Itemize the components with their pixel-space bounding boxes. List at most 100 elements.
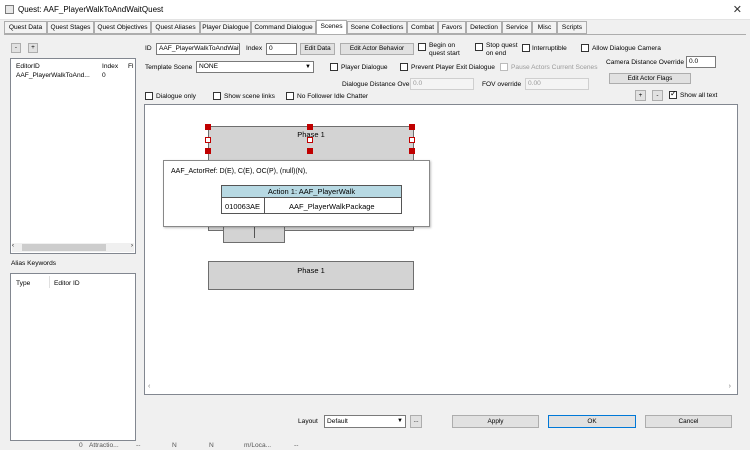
pause-actors-current-scenes-checkbox[interactable]: [500, 63, 508, 71]
action-header: Action 1: AAF_PlayerWalk: [222, 186, 401, 198]
action-box[interactable]: Action 1: AAF_PlayerWalk 010063AE AAF_Pl…: [221, 185, 402, 214]
tab-scenes[interactable]: Scenes: [316, 20, 347, 35]
tab-command-dialogue[interactable]: Command Dialogue: [251, 21, 316, 34]
show-scene-links-checkbox[interactable]: [213, 92, 221, 100]
resize-handle[interactable]: [307, 137, 313, 143]
alias-keywords-list[interactable]: Type Editor ID: [10, 273, 136, 441]
phase-tab: [223, 225, 285, 243]
camera-distance-override-field[interactable]: 0.0: [686, 56, 716, 68]
add-scene-button[interactable]: +: [28, 43, 38, 53]
background-row-flag: --: [136, 442, 141, 449]
column-header-index[interactable]: Index: [102, 63, 118, 70]
scrollbar-thumb[interactable]: [22, 244, 106, 251]
column-header-editor-id[interactable]: Editor ID: [54, 280, 80, 287]
phase-node[interactable]: Phase 1: [208, 261, 414, 290]
resize-handle[interactable]: [205, 148, 211, 154]
player-dialogue-label: Player Dialogue: [341, 64, 388, 71]
resize-handle[interactable]: [205, 137, 211, 143]
tab-quest-objectives[interactable]: Quest Objectives: [94, 21, 151, 34]
tab-scripts[interactable]: Scripts: [557, 21, 587, 34]
dialogue-distance-override-field[interactable]: 0.0: [410, 78, 474, 90]
resize-handle[interactable]: [409, 148, 415, 154]
tab-scene-collections[interactable]: Scene Collections: [347, 21, 407, 34]
edit-actor-flags-button[interactable]: Edit Actor Flags: [609, 73, 691, 84]
template-scene-label: Template Scene: [145, 64, 193, 71]
horizontal-scrollbar[interactable]: ‹ ›: [12, 243, 134, 252]
fov-override-field[interactable]: 0.00: [525, 78, 589, 90]
show-all-text-label: Show all text: [680, 92, 718, 99]
ok-button[interactable]: OK: [548, 415, 636, 428]
template-scene-value: NONE: [199, 63, 219, 70]
title-bar: Quest: AAF_PlayerWalkToAndWaitQuest ✕: [0, 0, 750, 20]
template-scene-dropdown[interactable]: NONE ▼: [196, 61, 314, 73]
chevron-down-icon[interactable]: ▼: [305, 62, 311, 72]
stop-quest-on-end-label: Stop quest on end: [486, 42, 518, 57]
chevron-down-icon[interactable]: ▼: [397, 416, 403, 427]
scroll-right-icon[interactable]: ›: [131, 243, 133, 249]
actor-ref-text: AAF_ActorRef: D(E), C(E), OC(P), (null)(…: [171, 168, 308, 175]
edit-actor-behavior-button[interactable]: Edit Actor Behavior: [340, 43, 414, 55]
layout-dropdown[interactable]: Default ▼: [324, 415, 406, 428]
remove-scene-button[interactable]: -: [11, 43, 21, 53]
tab-misc[interactable]: Misc: [532, 21, 557, 34]
background-row-index: 0: [79, 442, 83, 449]
fov-override-label: FOV override: [482, 81, 522, 88]
window-title: Quest: AAF_PlayerWalkToAndWaitQuest: [18, 5, 164, 14]
column-divider: [49, 276, 50, 288]
interruptible-checkbox[interactable]: [522, 44, 530, 52]
action-package: AAF_PlayerWalkPackage: [289, 202, 375, 211]
tab-detection[interactable]: Detection: [466, 21, 502, 34]
player-dialogue-checkbox[interactable]: [330, 63, 338, 71]
layout-more-button[interactable]: ...: [410, 415, 422, 428]
no-follower-idle-chatter-label: No Follower Idle Chatter: [297, 93, 369, 100]
column-header-flags[interactable]: Fl: [128, 63, 134, 70]
action-divider: [264, 198, 265, 213]
no-follower-idle-chatter-checkbox[interactable]: [286, 92, 294, 100]
remove-phase-button[interactable]: -: [652, 90, 663, 101]
add-phase-button[interactable]: +: [635, 90, 646, 101]
scene-canvas[interactable]: Phase 1 AAF_ActorRef: D(E), C(E), OC(P),…: [144, 104, 738, 395]
prevent-player-exit-dialogue-checkbox[interactable]: [400, 63, 408, 71]
dialogue-only-checkbox[interactable]: [145, 92, 153, 100]
resize-handle[interactable]: [409, 124, 415, 130]
show-all-text-checkbox[interactable]: [669, 89, 677, 99]
resize-handle[interactable]: [307, 148, 313, 154]
column-header-type[interactable]: Type: [16, 280, 30, 287]
resize-handle[interactable]: [307, 124, 313, 130]
allow-dialogue-camera-label: Allow Dialogue Camera: [592, 45, 661, 52]
scene-index-field[interactable]: 0: [266, 43, 297, 55]
tab-quest-stages[interactable]: Quest Stages: [47, 21, 94, 34]
show-scene-links-label: Show scene links: [224, 93, 275, 100]
edit-data-button[interactable]: Edit Data: [300, 43, 335, 55]
phase-title: Phase 1: [297, 266, 325, 275]
scroll-right-icon[interactable]: ›: [729, 383, 731, 390]
begin-on-quest-start-checkbox[interactable]: [418, 43, 426, 51]
tab-favors[interactable]: Favors: [438, 21, 466, 34]
tab-combat[interactable]: Combat: [407, 21, 438, 34]
allow-dialogue-camera-checkbox[interactable]: [581, 44, 589, 52]
apply-button[interactable]: Apply: [452, 415, 539, 428]
column-header-editorid[interactable]: EditorID: [16, 63, 40, 70]
tab-player-dialogue[interactable]: Player Dialogue: [200, 21, 251, 34]
resize-handle[interactable]: [205, 124, 211, 130]
action-form-id: 010063AE: [225, 202, 261, 211]
app-icon: [5, 5, 14, 14]
prevent-player-exit-dialogue-label: Prevent Player Exit Dialogue: [411, 64, 495, 71]
pause-actors-current-scenes-label: Pause Actors Current Scenes: [511, 64, 598, 71]
table-row[interactable]: AAF_PlayerWalkToAnd... 0: [12, 71, 135, 81]
resize-handle[interactable]: [409, 137, 415, 143]
background-row-location: m/Loca...: [244, 442, 272, 449]
tab-quest-aliases[interactable]: Quest Aliases: [151, 21, 200, 34]
tab-divider: [254, 226, 255, 238]
background-row-n1: N: [172, 442, 177, 449]
cancel-button[interactable]: Cancel: [645, 415, 732, 428]
scene-id-field[interactable]: AAF_PlayerWalkToAndWait: [156, 43, 240, 55]
scroll-left-icon[interactable]: ‹: [12, 243, 14, 249]
tab-quest-data[interactable]: Quest Data: [4, 21, 47, 34]
background-row-name: Attractio...: [89, 442, 119, 449]
tab-service[interactable]: Service: [502, 21, 532, 34]
close-icon[interactable]: ✕: [733, 3, 742, 16]
scroll-left-icon[interactable]: ‹: [148, 383, 150, 390]
scene-list[interactable]: EditorID Index Fl AAF_PlayerWalkToAnd...…: [10, 58, 136, 254]
stop-quest-on-end-checkbox[interactable]: [475, 43, 483, 51]
